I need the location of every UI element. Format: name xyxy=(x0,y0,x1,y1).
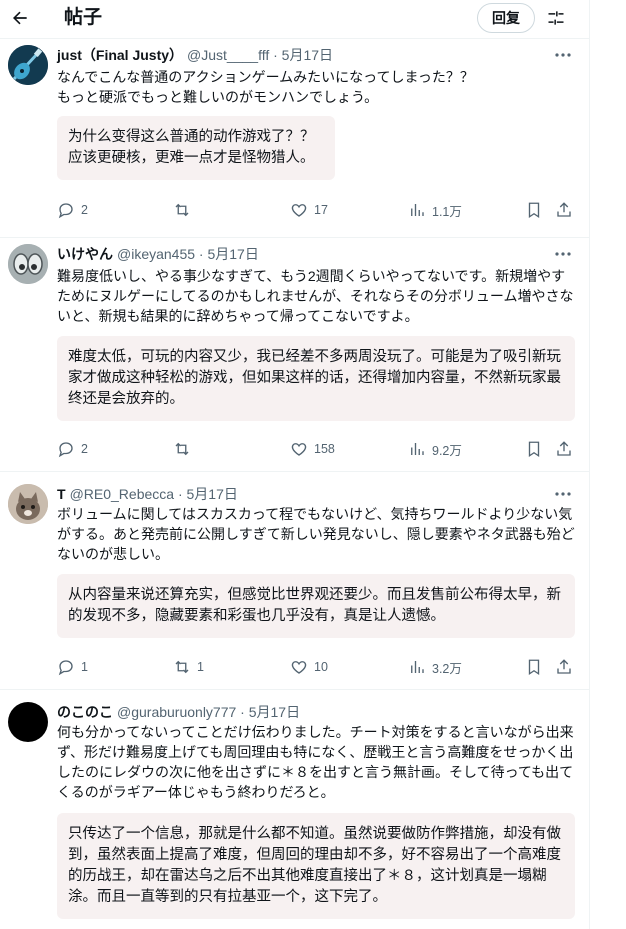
view-count: 1.1万 xyxy=(432,204,462,219)
reply-icon xyxy=(58,660,73,676)
bookmark-icon xyxy=(528,441,540,458)
back-button[interactable] xyxy=(6,4,34,32)
post-item[interactable]: T @RE0_Rebecca · 5月17日 ボリュームに関してはスカスカって程で… xyxy=(0,471,589,689)
reply-icon xyxy=(58,203,73,219)
heart-icon xyxy=(291,443,307,456)
post-item[interactable]: いけやん @ikeyan455 · 5月17日 難易度低いし、やる事少なすぎて、も… xyxy=(0,237,589,471)
sliders-icon xyxy=(548,11,564,25)
post-item[interactable]: just（Final Justy） @Just____fff · 5月17日 なん… xyxy=(0,38,589,237)
reply-count: 2 xyxy=(81,442,88,456)
guitar-avatar-icon xyxy=(8,45,48,85)
post-header: just（Final Justy） @Just____fff · 5月17日 xyxy=(57,45,333,65)
share-icon xyxy=(557,441,571,456)
author-name[interactable]: のこのこ xyxy=(57,704,113,720)
translation-box: 难度太低，可玩的内容又少，我已经差不多两周没玩了。可能是为了吸引新玩家才做成这种… xyxy=(57,336,575,421)
more-options-button[interactable] xyxy=(551,244,575,264)
view-count: 9.2万 xyxy=(432,443,462,458)
translation-box: 只传达了一个信息，那就是什么都不知道。虽然说要做防作弊措施，却没有做到，虽然表面… xyxy=(57,813,575,919)
reply-count: 1 xyxy=(81,660,88,674)
views-action[interactable]: 3.2万 xyxy=(408,656,462,678)
like-count: 158 xyxy=(314,442,335,456)
like-action[interactable]: 10 xyxy=(290,656,328,678)
more-options-button[interactable] xyxy=(551,484,575,504)
bookmark-button[interactable] xyxy=(525,438,543,460)
reply-icon xyxy=(58,442,73,458)
reply-action[interactable]: 2 xyxy=(57,199,88,221)
post-actions: 2 158 9.2万 xyxy=(57,438,577,460)
arrow-left-icon xyxy=(13,11,27,25)
repost-action[interactable] xyxy=(173,438,197,460)
more-horizontal-icon xyxy=(555,492,571,496)
repost-icon xyxy=(175,660,189,674)
reply-button[interactable]: 回复 xyxy=(477,3,535,33)
like-count: 10 xyxy=(314,660,328,674)
share-button[interactable] xyxy=(555,656,573,678)
view-count: 3.2万 xyxy=(432,661,462,676)
bar-chart-icon xyxy=(411,204,424,216)
post-thread-column: 帖子 回复 just（Final Justy） @Just____fff · 5月… xyxy=(0,0,590,929)
avatar[interactable] xyxy=(8,244,48,284)
author-name[interactable]: T xyxy=(57,486,66,502)
eyes-avatar-icon xyxy=(8,244,48,284)
repost-icon xyxy=(175,442,189,456)
author-handle-date[interactable]: @Just____fff · 5月17日 xyxy=(187,47,333,63)
bookmark-icon xyxy=(528,202,540,219)
share-button[interactable] xyxy=(555,438,573,460)
post-header: いけやん @ikeyan455 · 5月17日 xyxy=(57,244,259,264)
avatar[interactable] xyxy=(8,702,48,742)
like-action[interactable]: 17 xyxy=(290,199,328,221)
bookmark-button[interactable] xyxy=(525,199,543,221)
reply-count: 2 xyxy=(81,203,88,217)
reply-action[interactable]: 2 xyxy=(57,438,88,460)
author-handle-date[interactable]: @guraburuonly777 · 5月17日 xyxy=(117,704,300,720)
post-text: 難易度低いし、やる事少なすぎて、もう2週間くらいやってないです。新規増やすために… xyxy=(57,268,574,324)
post-header: T @RE0_Rebecca · 5月17日 xyxy=(57,484,238,504)
views-action[interactable]: 1.1万 xyxy=(408,199,462,221)
heart-icon xyxy=(291,661,307,674)
like-count: 17 xyxy=(314,203,328,217)
author-handle-date[interactable]: @ikeyan455 · 5月17日 xyxy=(117,246,259,262)
avatar[interactable] xyxy=(8,45,48,85)
share-icon xyxy=(557,202,571,217)
author-handle-date[interactable]: @RE0_Rebecca · 5月17日 xyxy=(70,486,238,502)
views-action[interactable]: 9.2万 xyxy=(408,438,462,460)
repost-action[interactable]: 1 xyxy=(173,656,204,678)
post-text: なんでこんな普通のアクションゲームみたいになってしまった？？ もっと硬派でもっと… xyxy=(57,69,474,105)
bar-chart-icon xyxy=(411,443,424,455)
author-name[interactable]: いけやん xyxy=(57,246,113,262)
post-actions: 2 17 1.1万 xyxy=(57,199,577,221)
translation-box: 从内容量来说还算充实，但感觉比世界观还要少。而且发售前公布得太早，新的发现不多，… xyxy=(57,574,575,638)
post-header: のこのこ @guraburuonly777 · 5月17日 xyxy=(57,702,300,722)
translation-box: 为什么变得这么普通的动作游戏了？？ 应该更硬核，更难一点才是怪物猎人。 xyxy=(57,116,335,180)
more-options-button[interactable] xyxy=(551,45,575,65)
bar-chart-icon xyxy=(411,661,424,673)
page-title: 帖子 xyxy=(64,7,103,28)
repost-action[interactable] xyxy=(173,199,197,221)
adjust-settings-button[interactable] xyxy=(542,4,570,32)
repost-count: 1 xyxy=(197,660,204,674)
cat-avatar-icon xyxy=(8,484,48,524)
heart-icon xyxy=(291,204,307,217)
more-horizontal-icon xyxy=(555,53,571,57)
repost-icon xyxy=(175,203,189,217)
share-icon xyxy=(557,659,571,674)
post-actions: 1 1 10 3.2万 xyxy=(57,656,577,678)
author-name[interactable]: just（Final Justy） xyxy=(57,47,183,63)
like-action[interactable]: 158 xyxy=(290,438,335,460)
post-item[interactable]: のこのこ @guraburuonly777 · 5月17日 何も分かってないってこ… xyxy=(0,689,589,929)
share-button[interactable] xyxy=(555,199,573,221)
reply-action[interactable]: 1 xyxy=(57,656,88,678)
avatar[interactable] xyxy=(8,484,48,524)
post-text: 何も分かってないってことだけ伝わりました。チート対策をすると言いながら出来ず、形… xyxy=(57,724,574,800)
post-text: ボリュームに関してはスカスカって程でもないけど、気持ちワールドより少ない気がする… xyxy=(57,506,575,562)
bookmark-icon xyxy=(528,659,540,676)
page-header: 帖子 回复 xyxy=(0,0,589,38)
bookmark-button[interactable] xyxy=(525,656,543,678)
more-horizontal-icon xyxy=(555,252,571,256)
